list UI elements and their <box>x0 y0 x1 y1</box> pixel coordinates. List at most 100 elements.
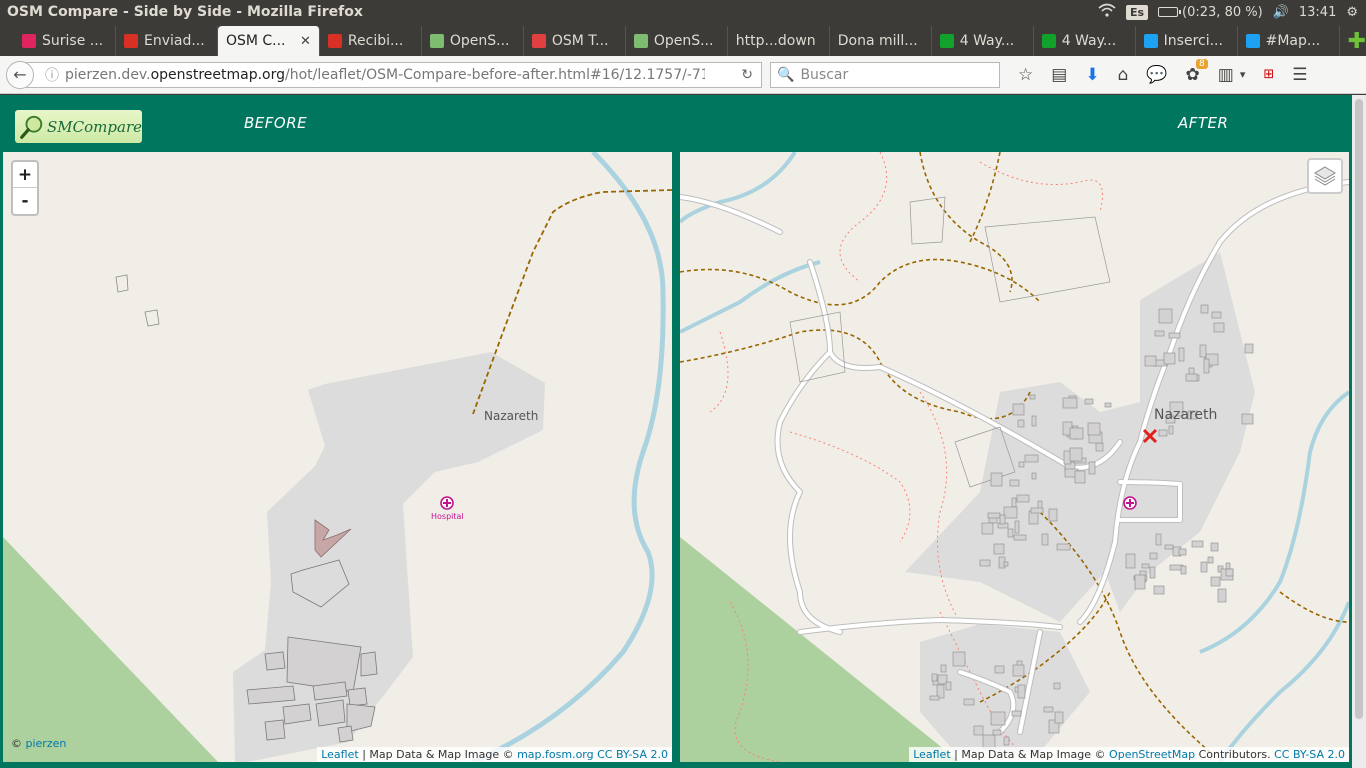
tab-4[interactable]: OpenS... <box>422 26 524 56</box>
battery-indicator[interactable]: (0:23, 80 %) <box>1158 5 1263 20</box>
building-footprint <box>1011 710 1022 717</box>
building-footprint <box>1104 402 1112 408</box>
building-footprint <box>1178 548 1187 556</box>
gear-icon[interactable]: ⚙ <box>1346 5 1358 20</box>
building-footprint <box>1069 447 1083 462</box>
after-label: AFTER <box>1178 114 1229 132</box>
after-map-tiles <box>680 152 1349 762</box>
logo[interactable]: SMCompare <box>15 110 142 143</box>
reload-icon[interactable]: ↻ <box>741 67 753 83</box>
tab-3[interactable]: Recibi... <box>320 26 422 56</box>
wifi-icon[interactable] <box>1098 3 1116 21</box>
building-footprint <box>1011 497 1017 508</box>
tab-1[interactable]: Enviad... <box>116 26 218 56</box>
tab-favicon-icon <box>531 34 546 48</box>
building-footprint <box>1029 394 1036 400</box>
building-footprint <box>1003 506 1018 519</box>
building-footprint <box>994 665 1005 674</box>
download-icon[interactable]: ⬇ <box>1085 65 1099 85</box>
building-footprint <box>1210 542 1219 552</box>
building-footprint <box>1164 544 1174 550</box>
tab-7[interactable]: http...down <box>728 26 830 56</box>
before-map-tiles <box>3 152 672 762</box>
tab-9[interactable]: 4 Way... <box>932 26 1034 56</box>
building-footprint <box>937 674 948 685</box>
close-tab-icon[interactable]: ✕ <box>300 34 311 49</box>
osm-link[interactable]: OpenStreetMap <box>1109 748 1195 761</box>
notification-count: 8 <box>1196 58 1208 69</box>
before-label: BEFORE <box>244 114 308 132</box>
building-footprint <box>981 522 994 535</box>
volume-icon[interactable]: 🔊 <box>1273 5 1289 20</box>
site-info-icon[interactable]: ⓘ <box>45 65 59 85</box>
keyboard-layout-indicator[interactable]: Es <box>1125 4 1149 20</box>
source-link[interactable]: map.fosm.org CC BY-SA 2.0 <box>517 748 668 761</box>
building-footprint <box>1074 470 1086 484</box>
building-footprint <box>1158 308 1173 324</box>
pdf-extension-icon[interactable]: ⊞ <box>1263 67 1274 82</box>
tab-5[interactable]: OSM T... <box>524 26 626 56</box>
tab-8[interactable]: Dona mill... <box>830 26 932 56</box>
building-footprint <box>1084 398 1094 405</box>
home-icon[interactable]: ⌂ <box>1118 65 1129 85</box>
building-footprint <box>1017 684 1026 699</box>
url-path: /hot/leaflet/OSM-Compare-before-after.ht… <box>285 66 705 83</box>
reading-list-icon[interactable]: ▤ <box>1051 65 1067 85</box>
clock[interactable]: 13:41 <box>1299 5 1336 20</box>
after-attribution: Leaflet | Map Data & Map Image © OpenStr… <box>909 747 1349 762</box>
building-footprint <box>1012 664 1025 677</box>
menu-icon[interactable]: ☰ <box>1292 65 1307 85</box>
building-footprint <box>1141 563 1150 569</box>
tab-12[interactable]: #Map... <box>1238 26 1340 56</box>
building-footprint <box>1207 556 1214 564</box>
attribution-text: | Map Data & Map Image © <box>954 748 1106 761</box>
tab-2[interactable]: OSM C... ✕ <box>217 26 320 56</box>
extension-badge-icon[interactable]: ✿ 8 <box>1186 58 1208 85</box>
leaflet-link[interactable]: Leaflet <box>913 748 950 761</box>
layers-control[interactable] <box>1307 158 1343 194</box>
tab-10[interactable]: 4 Way... <box>1034 26 1136 56</box>
license-link[interactable]: CC BY-SA 2.0 <box>1274 748 1345 761</box>
building-footprint <box>1217 588 1227 603</box>
tab-favicon-icon <box>327 34 342 48</box>
page-scrollbar[interactable] <box>1352 95 1366 768</box>
url-prefix: pierzen.dev. <box>65 66 151 83</box>
building-footprint <box>1200 561 1208 573</box>
back-button[interactable]: ← <box>6 60 34 89</box>
building-footprint <box>1012 403 1025 416</box>
os-top-panel: OSM Compare - Side by Side - Mozilla Fir… <box>0 0 1366 24</box>
clipboard-icon[interactable]: ▥ <box>1218 65 1234 85</box>
building-footprint <box>990 472 1003 487</box>
tab-favicon-icon <box>1041 34 1056 48</box>
url-bar[interactable]: ⓘ pierzen.dev. openstreetmap.org/hot/leaf… <box>26 61 762 88</box>
building-footprint <box>1203 358 1210 374</box>
credit-link[interactable]: pierzen <box>26 737 67 750</box>
search-input[interactable]: 🔍 Buscar <box>770 61 1000 88</box>
dropdown-arrow-icon[interactable]: ▾ <box>1240 68 1246 81</box>
building-footprint <box>1041 533 1049 546</box>
building-footprint <box>1017 419 1025 428</box>
building-footprint <box>1178 347 1185 362</box>
new-tab-button[interactable]: ✚ <box>1348 29 1366 56</box>
chat-icon[interactable]: 💬 <box>1146 65 1167 85</box>
building-footprint <box>931 673 938 682</box>
building-footprint <box>1144 355 1157 367</box>
before-map[interactable]: Nazareth Hospital + - © pierzen Leaflet … <box>3 152 672 762</box>
scrollbar-thumb[interactable] <box>1355 99 1363 719</box>
bookmark-star-icon[interactable]: ☆ <box>1018 65 1033 85</box>
battery-text: (0:23, 80 %) <box>1182 4 1263 20</box>
page-header: SMCompare BEFORE AFTER <box>0 95 1352 151</box>
tab-favicon-icon <box>123 34 138 48</box>
tab-6[interactable]: OpenS... <box>626 26 728 56</box>
building-footprint <box>1007 528 1014 538</box>
after-map[interactable]: Nazareth Leaflet | Map Data & Map Image … <box>680 152 1349 762</box>
zoom-out-button[interactable]: - <box>13 188 37 214</box>
tab-0[interactable]: Surise ... <box>14 26 116 56</box>
tab-11[interactable]: Inserci... <box>1136 26 1238 56</box>
building-footprint <box>945 681 952 691</box>
zoom-in-button[interactable]: + <box>13 162 37 188</box>
leaflet-link[interactable]: Leaflet <box>321 748 358 761</box>
search-placeholder: Buscar <box>800 66 849 83</box>
building-footprint <box>973 725 984 736</box>
building-footprint <box>1180 565 1187 575</box>
